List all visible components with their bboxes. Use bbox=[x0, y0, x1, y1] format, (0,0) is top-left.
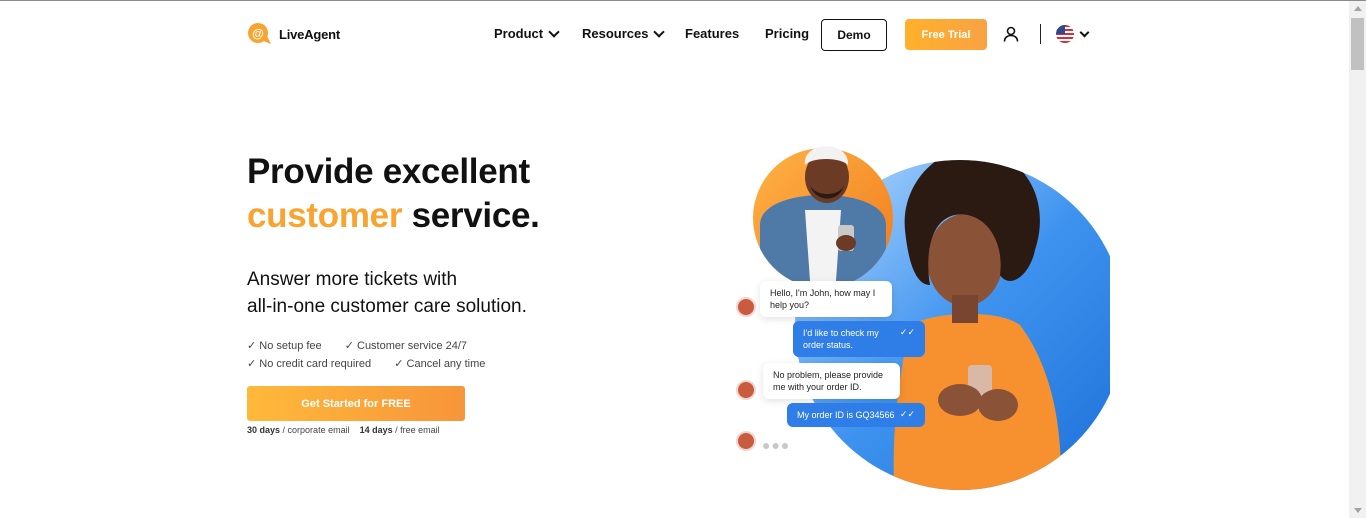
demo-button[interactable]: Demo bbox=[821, 19, 887, 51]
chevron-down-icon bbox=[548, 25, 560, 38]
nav-features-label: Features bbox=[685, 26, 740, 41]
trial-note: 30 days / corporate email 14 days / free… bbox=[247, 425, 440, 435]
read-receipt-icon: ✓✓ bbox=[899, 327, 915, 337]
scrollbar-thumb[interactable] bbox=[1351, 18, 1364, 70]
nav-resources-label: Resources bbox=[582, 26, 649, 41]
svg-text:@: @ bbox=[252, 27, 264, 41]
typing-indicator: ●●● bbox=[762, 437, 791, 453]
hero-title-line2: customer service. bbox=[247, 194, 540, 238]
us-flag-icon[interactable] bbox=[1056, 25, 1074, 43]
hero-title-rest: service. bbox=[411, 196, 540, 235]
agent-avatar bbox=[736, 380, 756, 400]
chat-message-user: I'd like to check my order status. ✓✓ bbox=[793, 321, 925, 357]
liveagent-logo-icon: @ bbox=[248, 23, 271, 44]
nav-pricing-label: Pricing bbox=[765, 26, 810, 41]
nav-resources[interactable]: Resources bbox=[582, 25, 666, 41]
logo[interactable]: @ LiveAgent bbox=[247, 23, 340, 45]
chat-message-agent: No problem, please provide me with your … bbox=[763, 363, 900, 399]
hero-subtitle-line1: Answer more tickets with bbox=[247, 269, 458, 290]
hero-title-highlight: customer bbox=[247, 196, 403, 235]
agent-avatar bbox=[736, 431, 756, 451]
scroll-up-arrow-icon[interactable] bbox=[1354, 6, 1362, 11]
chat-message-agent: Hello, I'm John, how may I help you? bbox=[760, 281, 892, 317]
hero-illustration: ●●● Hello, I'm John, how may I help you?… bbox=[730, 125, 1110, 495]
user-account-icon[interactable] bbox=[1003, 26, 1019, 42]
window-top-border bbox=[0, 0, 1366, 1]
nav-pricing[interactable]: Pricing bbox=[765, 26, 809, 41]
chevron-down-icon bbox=[653, 25, 666, 38]
scroll-down-arrow-icon[interactable] bbox=[1354, 508, 1362, 513]
check-item: ✓ Cancel any time bbox=[394, 358, 486, 370]
check-item: ✓ No setup fee bbox=[247, 340, 322, 352]
language-chevron-down-icon[interactable] bbox=[1079, 27, 1090, 38]
logo-text: LiveAgent bbox=[279, 26, 341, 42]
hero-title-line1: Provide excellent bbox=[247, 152, 530, 191]
nav-features[interactable]: Features bbox=[685, 26, 739, 41]
feature-checklist: ✓ No setup fee ✓ Customer service 24/7 ✓… bbox=[247, 337, 505, 373]
nav-product[interactable]: Product bbox=[494, 25, 560, 41]
chat-message-user: My order ID is GQ34566 ✓✓ bbox=[787, 403, 925, 427]
nav-product-label: Product bbox=[494, 26, 544, 41]
header-divider bbox=[1040, 24, 1041, 44]
page-scrollbar[interactable] bbox=[1349, 1, 1366, 518]
hero-subtitle-line2: all-in-one customer care solution. bbox=[247, 296, 527, 317]
get-started-button[interactable]: Get Started for FREE bbox=[247, 386, 465, 421]
check-item: ✓ No credit card required bbox=[247, 358, 372, 370]
check-item: ✓ Customer service 24/7 bbox=[344, 340, 468, 352]
hero-title: Provide excellent customer service. bbox=[247, 150, 540, 238]
read-receipt-icon: ✓✓ bbox=[899, 409, 915, 419]
free-trial-button[interactable]: Free Trial bbox=[905, 19, 987, 50]
hero-subtitle: Answer more tickets with all-in-one cust… bbox=[247, 266, 527, 320]
agent-avatar bbox=[736, 297, 756, 317]
